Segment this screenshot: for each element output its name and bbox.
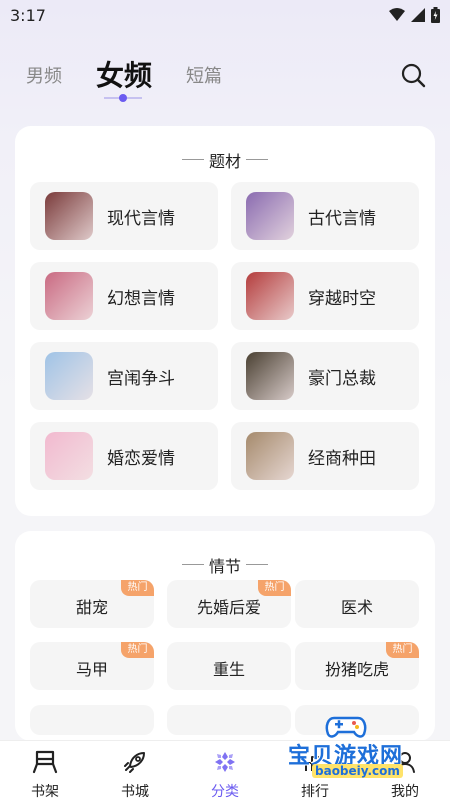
plot-tag-label: 重生 [212,660,245,679]
top-tabs: 男频 女频 短篇 [0,52,450,108]
tab-male[interactable]: 男频 [26,62,62,88]
search-icon[interactable] [400,62,426,88]
nav-label: 我的 [391,784,419,800]
plot-tag[interactable]: 扮猪吃虎 热门 [295,642,419,690]
themes-card: 题材 现代言情 古代言情 幻想言情 穿越时空 宫闱争斗 豪门总裁 婚恋爱情 经商… [15,126,435,516]
category-icon [215,752,235,772]
plot-tag[interactable]: 马甲 热门 [30,642,154,690]
theme-item[interactable]: 婚恋爱情 [30,422,218,490]
title-divider-left [182,564,204,565]
status-time: 3:17 [10,6,46,25]
title-divider-right [246,564,268,565]
plots-section-title: 情节 [15,553,435,577]
theme-label: 古代言情 [308,209,376,229]
theme-item[interactable]: 宫闱争斗 [30,342,218,410]
plot-tag[interactable] [30,705,154,735]
theme-label: 豪门总裁 [308,369,376,389]
plot-tag[interactable]: 重生 [167,642,291,690]
theme-item[interactable]: 幻想言情 [30,262,218,330]
theme-label: 经商种田 [308,449,376,469]
active-tab-indicator [104,94,142,102]
plot-tag-label: 先婚后爱 [196,598,261,617]
watermark-url: baobeiy.com [312,764,403,778]
tab-female[interactable]: 女频 [96,54,152,94]
plots-title: 情节 [208,557,241,576]
title-divider-right [246,159,268,160]
gamepad-icon [325,716,367,738]
theme-label: 婚恋爱情 [107,449,175,469]
theme-item[interactable]: 古代言情 [231,182,419,250]
book-cover-thumbnail [45,352,93,400]
plot-tag-label: 马甲 [75,660,108,679]
theme-label: 现代言情 [107,209,175,229]
book-cover-thumbnail [45,432,93,480]
site-watermark: 宝贝游戏网 baobeiy.com [268,712,428,782]
wifi-icon [389,8,405,21]
book-cover-thumbnail [45,272,93,320]
nav-item-bookstore[interactable]: 书城 [90,741,180,800]
theme-label: 穿越时空 [308,289,376,309]
nav-label: 排行 [301,784,329,800]
status-icons [389,7,440,23]
plot-tag-label: 医术 [340,598,373,617]
plots-card: 情节 甜宠 热门 先婚后爱 热门 医术 马甲 热门 重生 扮猪吃虎 热门 [15,531,435,741]
plot-tag-label: 甜宠 [75,598,108,617]
bookshelf-icon [32,750,58,774]
status-bar: 3:17 [0,0,450,32]
book-cover-thumbnail [246,432,294,480]
book-cover-thumbnail [45,192,93,240]
plot-tag[interactable]: 先婚后爱 热门 [167,580,291,628]
theme-label: 宫闱争斗 [107,369,175,389]
book-cover-thumbnail [246,192,294,240]
hot-badge: 热门 [386,642,419,658]
nav-label: 分类 [211,784,239,800]
title-divider-left [182,159,204,160]
hot-badge: 热门 [121,580,154,596]
book-cover-thumbnail [246,352,294,400]
nav-label: 书架 [31,784,59,800]
themes-title: 题材 [208,152,241,171]
nav-item-bookshelf[interactable]: 书架 [0,741,90,800]
tab-short[interactable]: 短篇 [186,62,222,88]
nav-item-category[interactable]: 分类 [180,741,270,800]
theme-item[interactable]: 现代言情 [30,182,218,250]
rocket-icon [124,752,145,773]
plot-tag[interactable]: 甜宠 热门 [30,580,154,628]
theme-label: 幻想言情 [107,289,175,309]
signal-icon [411,8,425,22]
hot-badge: 热门 [121,642,154,658]
plot-tag[interactable]: 医术 [295,580,419,628]
theme-item[interactable]: 豪门总裁 [231,342,419,410]
battery-icon [431,7,440,23]
nav-label: 书城 [121,784,149,800]
book-cover-thumbnail [246,272,294,320]
themes-section-title: 题材 [15,148,435,172]
hot-badge: 热门 [258,580,291,596]
theme-item[interactable]: 穿越时空 [231,262,419,330]
plot-tag-label: 扮猪吃虎 [324,660,389,679]
theme-item[interactable]: 经商种田 [231,422,419,490]
